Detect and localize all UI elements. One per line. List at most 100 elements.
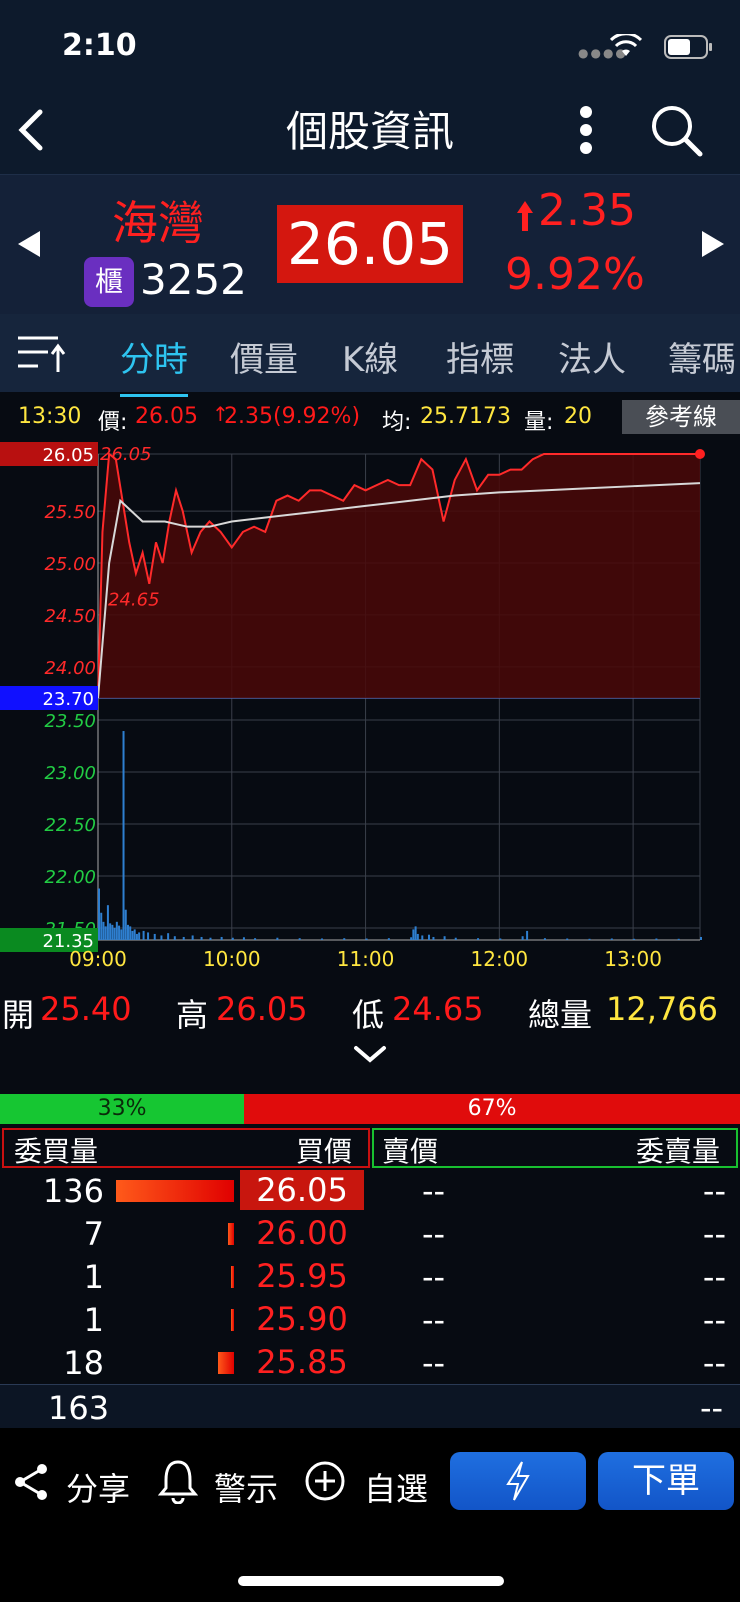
up-arrow-icon <box>517 201 533 231</box>
volume-bar <box>167 933 170 940</box>
volume-bar <box>133 929 136 940</box>
volume-bar <box>454 937 457 940</box>
volume-bar <box>98 888 100 940</box>
prev-stock-icon[interactable] <box>16 229 42 259</box>
buy-ratio: 33% <box>0 1094 245 1124</box>
order-row[interactable]: 1 25.90 -- -- <box>0 1299 740 1342</box>
app-header: 個股資訊 <box>0 90 740 174</box>
info-time: 13:30 <box>18 404 82 429</box>
chevron-down-icon[interactable] <box>350 1042 390 1066</box>
high-label: 高 <box>176 996 209 1034</box>
order-row[interactable]: 7 26.00 -- -- <box>0 1213 740 1256</box>
total-bid-qty: 163 <box>48 1389 110 1427</box>
volume-bar <box>129 926 132 940</box>
volume-bar <box>209 937 212 940</box>
tab-kline[interactable]: K線 <box>342 332 398 381</box>
tab-institutional[interactable]: 法人 <box>558 332 626 381</box>
volume-bar <box>142 930 145 940</box>
reference-line-button[interactable]: 參考線 <box>622 400 740 434</box>
next-stock-icon[interactable] <box>700 229 726 259</box>
bid-qty-bar <box>231 1266 234 1288</box>
watchlist-button[interactable]: 自選 <box>364 1464 428 1510</box>
bid-price: 25.95 <box>256 1257 348 1295</box>
price-change: 2.35 <box>538 185 636 236</box>
bid-qty: 1 <box>83 1258 104 1296</box>
volume-bar <box>633 938 636 940</box>
alert-button[interactable]: 警示 <box>214 1464 278 1510</box>
volume-bar <box>173 936 176 940</box>
bid-qty-header: 委買量 <box>14 1135 99 1168</box>
status-bar: 2:10 ●●●● <box>0 0 740 90</box>
volume-bar <box>276 937 279 940</box>
volume-bar <box>526 930 529 940</box>
order-row[interactable]: 18 25.85 -- -- <box>0 1342 740 1385</box>
stock-code: 3252 <box>140 255 247 304</box>
info-avg: 25.7173 <box>420 404 511 429</box>
home-indicator <box>238 1576 504 1586</box>
ask-qty: -- <box>702 1344 726 1382</box>
current-price: 26.05 <box>277 205 463 283</box>
tab-chips[interactable]: 籌碼 <box>668 332 736 381</box>
volume-bar <box>414 926 417 940</box>
volume-bar <box>182 936 185 940</box>
ask-price: -- <box>422 1215 446 1253</box>
share-icon[interactable] <box>12 1462 50 1502</box>
bid-qty: 1 <box>83 1301 104 1339</box>
tab-indicators[interactable]: 指標 <box>446 332 514 381</box>
volume-bar <box>200 936 203 940</box>
place-order-button[interactable]: 下單 <box>598 1452 734 1510</box>
tab-price-volume[interactable]: 價量 <box>230 332 298 381</box>
ask-qty-header: 委賣量 <box>636 1135 721 1168</box>
ask-price: -- <box>422 1258 446 1296</box>
sort-menu-icon[interactable] <box>16 332 66 376</box>
ask-price-header: 賣價 <box>382 1135 439 1168</box>
bell-icon[interactable] <box>158 1458 198 1504</box>
volume-bar <box>102 921 105 940</box>
add-circle-icon[interactable] <box>304 1460 346 1502</box>
bid-qty-bar <box>116 1180 234 1202</box>
info-price-label: 價: <box>98 410 128 435</box>
quick-order-button[interactable] <box>450 1452 586 1510</box>
chart-info-line: 13:30 價: 26.05 ↑ 2.35(9.92%) 均: 25.7173 … <box>0 400 740 435</box>
x-tick-label: 13:00 <box>604 947 662 971</box>
x-tick-label: 09:00 <box>69 947 127 971</box>
info-price: 26.05 <box>135 404 198 429</box>
volume-bar <box>160 935 163 940</box>
volume-axis-label: 22.50 <box>44 815 96 836</box>
wifi-icon <box>610 34 642 56</box>
info-vol: 20 <box>564 404 592 429</box>
volume-bar <box>499 938 502 940</box>
info-change: 2.35(9.92%) <box>224 404 361 429</box>
volume-bar <box>113 927 116 940</box>
search-icon[interactable] <box>650 104 704 158</box>
buy-sell-ratio-bar: 33% 67% <box>0 1094 740 1124</box>
ask-qty: -- <box>702 1258 726 1296</box>
volume-axis-label: 23.00 <box>44 763 96 784</box>
order-row[interactable]: 1 25.95 -- -- <box>0 1256 740 1299</box>
tab-intraday[interactable]: 分時 <box>120 332 188 397</box>
volume-bar <box>106 905 109 940</box>
total-volume-label: 總量 <box>528 996 593 1034</box>
volume-bar <box>135 933 138 940</box>
x-tick-label: 11:00 <box>337 947 395 971</box>
more-icon[interactable] <box>576 104 596 156</box>
volume-bar <box>543 938 546 940</box>
volume-bar <box>191 935 194 940</box>
volume-bar <box>427 934 430 940</box>
volume-bar <box>365 938 368 940</box>
share-button[interactable]: 分享 <box>66 1464 130 1510</box>
volume-bar <box>432 936 435 940</box>
total-ask-qty: -- <box>700 1389 724 1427</box>
volume-bar <box>111 924 114 940</box>
volume-bar <box>320 938 323 940</box>
volume-bar <box>124 909 127 940</box>
low-label: 低 <box>352 996 385 1034</box>
tab-bar: 分時 價量 K線 指標 法人 籌碼 <box>0 314 740 397</box>
market-badge: 櫃 <box>84 257 134 307</box>
volume-bar <box>410 937 413 940</box>
intraday-chart[interactable]: 26.05 25.50 25.00 24.50 24.00 23.7023.50 23.00… <box>0 434 740 974</box>
bid-price: 26.00 <box>256 1214 348 1252</box>
order-row[interactable]: 136 26.05 -- -- <box>0 1170 740 1213</box>
ask-price: -- <box>422 1301 446 1339</box>
volume-bar <box>120 929 123 940</box>
